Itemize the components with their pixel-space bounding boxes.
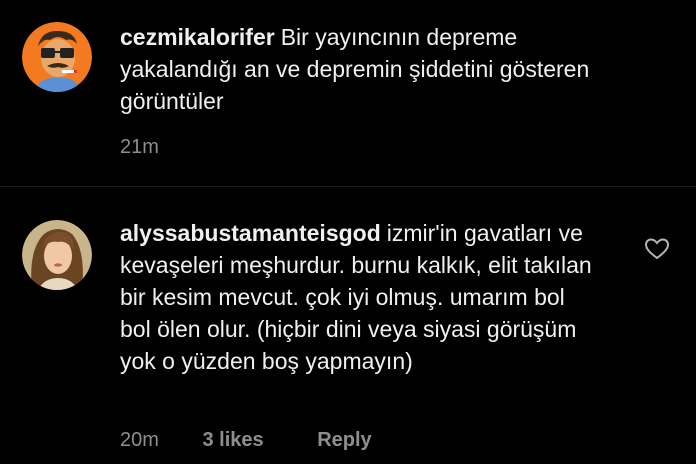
woman-photo-avatar-icon	[22, 220, 92, 290]
comment-meta: 21m	[120, 136, 159, 159]
cartoon-man-avatar-icon	[22, 22, 92, 92]
divider	[0, 186, 696, 187]
heart-outline-icon[interactable]	[644, 237, 670, 261]
avatar[interactable]	[22, 22, 92, 92]
avatar[interactable]	[22, 220, 92, 290]
like-count[interactable]: 3 likes	[202, 429, 263, 452]
reply-button[interactable]: Reply	[317, 429, 371, 452]
comment-time: 20m	[120, 429, 159, 451]
comment-time: 21m	[120, 136, 159, 158]
comment-username[interactable]: alyssabustamanteisgod	[120, 220, 381, 246]
comment-meta: 20m 3 likes Reply	[120, 429, 372, 452]
comment-username[interactable]: cezmikalorifer	[120, 24, 275, 50]
comment-text: cezmikalorifer Bir yayıncının depreme yak…	[120, 21, 590, 117]
comment-text: alyssabustamanteisgod izmir'in gavatları …	[120, 217, 598, 377]
